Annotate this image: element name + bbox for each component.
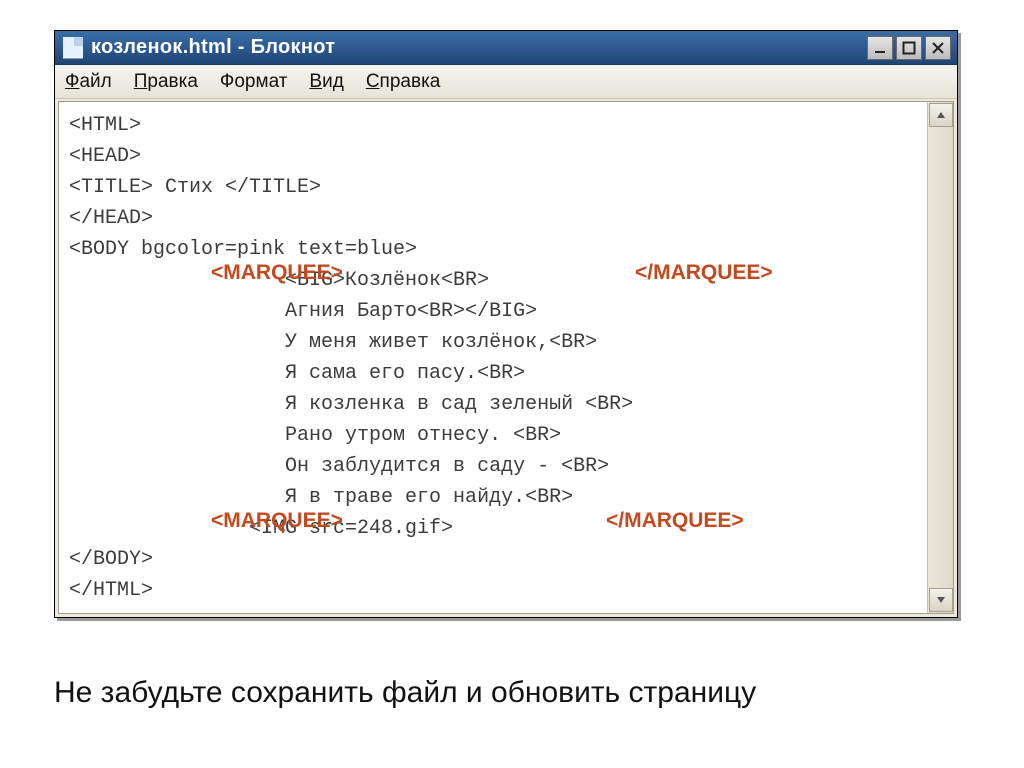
menu-format[interactable]: Формат xyxy=(220,71,288,93)
maximize-button[interactable] xyxy=(896,36,922,60)
minimize-button[interactable] xyxy=(867,36,893,60)
client-area: <HTML> <HEAD> <TITLE> Стих </TITLE> </HE… xyxy=(58,101,954,614)
window-title: козленок.html - Блокнот xyxy=(91,36,867,59)
scroll-down-button[interactable] xyxy=(929,588,953,612)
notepad-window: козленок.html - Блокнот Файл Правка Форм… xyxy=(54,30,958,618)
window-buttons xyxy=(867,36,951,60)
titlebar: козленок.html - Блокнот xyxy=(55,31,957,65)
menu-edit[interactable]: Правка xyxy=(134,71,198,93)
menu-help[interactable]: Справка xyxy=(366,71,441,93)
close-button[interactable] xyxy=(925,36,951,60)
menubar: Файл Правка Формат Вид Справка xyxy=(55,65,957,99)
vertical-scrollbar[interactable] xyxy=(927,102,953,613)
menu-file[interactable]: Файл xyxy=(65,71,112,93)
slide-caption: Не забудьте сохранить файл и обновить ст… xyxy=(54,676,970,710)
annotation-marquee-close-1: </MARQUEE> xyxy=(635,261,773,285)
menu-view[interactable]: Вид xyxy=(309,71,343,93)
scroll-up-button[interactable] xyxy=(929,103,953,127)
annotation-marquee-close-2: </MARQUEE> xyxy=(606,509,744,533)
annotation-marquee-open-1: <MARQUEE> xyxy=(211,261,343,285)
annotation-marquee-open-2: <MARQUEE> xyxy=(211,509,343,533)
text-editor[interactable]: <HTML> <HEAD> <TITLE> Стих </TITLE> </HE… xyxy=(59,102,927,613)
notepad-icon xyxy=(63,37,83,59)
